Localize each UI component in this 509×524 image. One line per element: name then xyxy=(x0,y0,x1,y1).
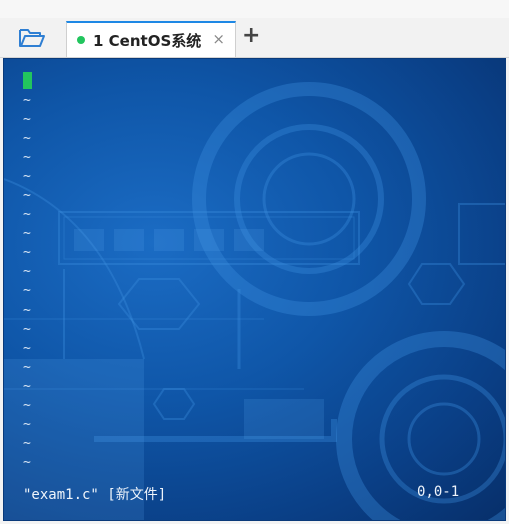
tilde-line: ~ xyxy=(23,226,31,242)
add-tab-button[interactable]: + xyxy=(242,24,260,48)
tilde-line: ~ xyxy=(23,416,31,432)
tilde-line: ~ xyxy=(23,169,31,185)
background-tech-pattern xyxy=(4,82,505,520)
vim-cursor-position: 0,0-1 xyxy=(417,484,460,500)
text-cursor xyxy=(23,72,32,89)
tilde-line: ~ xyxy=(23,321,31,337)
folder-open-icon xyxy=(19,29,45,47)
tilde-line: ~ xyxy=(23,131,31,147)
tab-bar: 1 CentOS系统 × + xyxy=(0,0,509,58)
tilde-line: ~ xyxy=(23,188,31,204)
tilde-line: ~ xyxy=(23,340,31,356)
tab-session-1[interactable]: 1 CentOS系统 × xyxy=(66,21,236,57)
connection-status-dot xyxy=(77,36,85,44)
open-session-button[interactable] xyxy=(14,24,50,52)
tilde-line: ~ xyxy=(23,150,31,166)
tab-label: 1 CentOS系统 xyxy=(93,31,202,50)
tilde-line: ~ xyxy=(23,435,31,451)
tilde-line: ~ xyxy=(23,359,31,375)
tilde-line: ~ xyxy=(23,397,31,413)
vim-status-filename: "exam1.c" [新文件] xyxy=(23,487,167,503)
terminal-area[interactable]: ~ ~ ~ ~ ~ ~ ~ ~ ~ ~ ~ ~ ~ ~ ~ ~ ~ ~ ~ ~ "exam1.c" [新文件] 0,0… xyxy=(3,58,506,521)
tilde-line: ~ xyxy=(23,378,31,394)
tilde-line: ~ xyxy=(23,302,31,318)
tilde-line: ~ xyxy=(23,264,31,280)
tilde-line: ~ xyxy=(23,454,31,470)
tilde-line: ~ xyxy=(23,283,31,299)
tilde-line: ~ xyxy=(23,207,31,223)
tilde-line: ~ xyxy=(23,93,31,108)
tilde-line: ~ xyxy=(23,112,31,128)
title-strip xyxy=(0,0,509,18)
tilde-line: ~ xyxy=(23,245,31,261)
close-icon[interactable]: × xyxy=(212,30,225,48)
empty-line-markers: ~ ~ ~ ~ ~ ~ ~ ~ ~ ~ ~ ~ ~ ~ ~ ~ ~ ~ ~ ~ xyxy=(23,91,31,472)
